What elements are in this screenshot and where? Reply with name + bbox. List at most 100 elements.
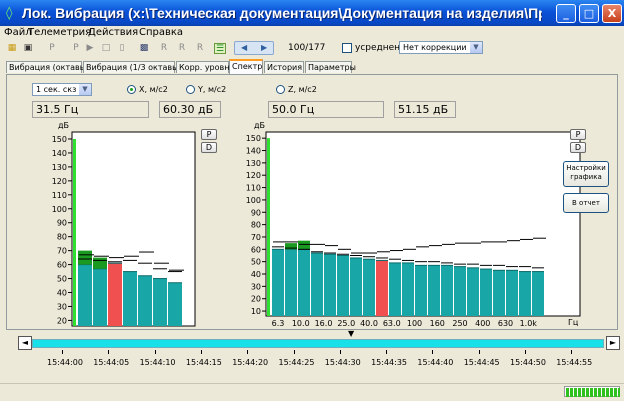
menu-actions[interactable]: Действия xyxy=(88,27,138,38)
tab-vibration-octaves[interactable]: Вибрация (октавы) xyxy=(6,61,89,73)
save-icon[interactable]: ▣ xyxy=(22,43,34,54)
peak-level-indicator xyxy=(73,138,76,326)
window-title: Лок. Вибрация (x:\Техническая документац… xyxy=(22,5,542,21)
y-tick-label: 100 xyxy=(246,196,261,205)
left-spectrum-chart[interactable]: 20 30 40 50 60 70 80 90 100 110 120 130 140 150 xyxy=(40,128,200,328)
y-tick-label: 150 xyxy=(52,135,67,144)
y-tick-label: 30 xyxy=(57,302,67,311)
y-tick-label: 50 xyxy=(57,275,67,284)
tab-history[interactable]: История xyxy=(264,61,304,73)
spectrum-bar xyxy=(493,270,505,316)
radio-axis-y[interactable] xyxy=(186,85,195,94)
timeline-tick-label: 15:44:00 xyxy=(47,358,83,367)
spectrum-bar xyxy=(467,267,479,316)
spectrum-bar xyxy=(153,278,167,326)
spectrum-bar xyxy=(108,263,122,326)
activity-progress xyxy=(564,386,620,397)
x-tick-label: 10.0 xyxy=(292,319,310,328)
y-tick-label: 60 xyxy=(57,261,67,270)
timeline-tick-mark xyxy=(108,350,110,354)
title-bar[interactable]: ◊ Лок. Вибрация (x:\Техническая документ… xyxy=(0,0,624,26)
right-chart-x-label: Гц xyxy=(568,318,579,327)
timeline-tick-mark xyxy=(432,350,434,354)
tab-vibration-third-octaves[interactable]: Вибрация (1/3 октавы) xyxy=(83,61,182,73)
y-tick-label: 50 xyxy=(251,258,261,267)
y-tick-label: 30 xyxy=(251,282,261,291)
stop-icon[interactable]: □ xyxy=(100,43,112,54)
left-chart-d-button[interactable]: D xyxy=(201,142,217,153)
y-tick-label: 20 xyxy=(251,295,261,304)
x-tick-label: 63.0 xyxy=(383,319,401,328)
minimize-button[interactable]: _ xyxy=(556,4,576,23)
correction-select[interactable]: Нет коррекции ▼ xyxy=(399,41,483,54)
interval-select[interactable]: 1 сек. скз ▼ xyxy=(32,83,92,96)
right-chart-p-button[interactable]: P xyxy=(570,129,586,140)
record-counter: 100/177 xyxy=(288,43,326,53)
chevron-down-icon[interactable]: ▼ xyxy=(79,84,91,95)
bar-overshoot-cap xyxy=(93,257,107,269)
y-tick-label: 70 xyxy=(57,247,67,256)
bar-overshoot-cap xyxy=(298,240,310,250)
spectrum-bar xyxy=(532,271,544,316)
right-spectrum-chart[interactable]: 10 20 30 40 50 60 70 80 90 100 110 120 130 140 150 6.3 1… xyxy=(230,128,610,328)
y-tick-label: 70 xyxy=(251,233,261,242)
spectrum-bar xyxy=(376,260,388,316)
play-step-icon[interactable]: P xyxy=(70,43,82,54)
radio-axis-z-label: Z, м/с2 xyxy=(288,85,317,94)
timeline-tick-label: 15:44:15 xyxy=(185,358,222,367)
left-level-readout: 60.30 дБ xyxy=(159,101,221,118)
marker-1-icon[interactable]: R xyxy=(158,43,170,54)
radio-axis-x[interactable] xyxy=(127,85,136,94)
y-tick-label: 150 xyxy=(246,134,261,143)
app-icon: ◊ xyxy=(6,6,13,21)
tab-spectrum[interactable]: Спектр xyxy=(229,59,263,74)
timeline-cursor-marker[interactable]: ▼ xyxy=(348,329,354,338)
timeline-tick-mark xyxy=(154,350,156,354)
spectrum-bar xyxy=(402,262,414,316)
marker-2-icon[interactable]: R xyxy=(176,43,188,54)
y-tick-label: 110 xyxy=(52,191,67,200)
marker-3-icon[interactable]: R xyxy=(194,43,206,54)
y-tick-label: 120 xyxy=(52,177,67,186)
timeline-tick-mark xyxy=(339,350,341,354)
pause-icon[interactable]: ▯ xyxy=(116,43,128,54)
tab-corrected-levels[interactable]: Корр. уровни xyxy=(176,61,235,73)
list-icon[interactable]: ☰ xyxy=(214,43,226,54)
tab-parameters[interactable]: Параметры xyxy=(305,61,356,73)
averaging-checkbox[interactable] xyxy=(342,43,352,53)
timeline-scroll-left-button[interactable]: ◄ xyxy=(18,336,32,350)
right-frequency-readout: 50.0 Гц xyxy=(268,101,384,118)
y-tick-label: 20 xyxy=(57,316,67,325)
chart-settings-button[interactable]: Настройки графика xyxy=(563,161,609,187)
timeline-tick-mark xyxy=(571,350,573,354)
spectrum-bar xyxy=(298,249,310,316)
right-chart-d-button[interactable]: D xyxy=(570,142,586,153)
step-forward-icon[interactable]: ▶ xyxy=(84,43,96,54)
timeline-tick-label: 15:44:10 xyxy=(139,358,176,367)
menu-help[interactable]: Справка xyxy=(139,27,183,38)
record-nav-buttons[interactable]: ◀ ▶ xyxy=(234,41,274,55)
chevron-down-icon[interactable]: ▼ xyxy=(470,42,482,53)
interval-value: 1 сек. скз xyxy=(36,85,77,94)
copy-icon[interactable]: ▩ xyxy=(138,43,150,54)
left-chart-p-button[interactable]: P xyxy=(201,129,217,140)
y-tick-label: 90 xyxy=(57,219,67,228)
report-button[interactable]: В отчет xyxy=(563,193,609,213)
timeline-tick-mark xyxy=(200,350,202,354)
y-tick-label: 90 xyxy=(251,208,261,217)
maximize-button[interactable]: □ xyxy=(579,4,599,23)
y-tick-label: 140 xyxy=(52,149,67,158)
close-button[interactable]: X xyxy=(602,4,622,23)
radio-axis-z[interactable] xyxy=(276,85,285,94)
spectrum-bar xyxy=(519,271,531,316)
timeline-scroll-right-button[interactable]: ► xyxy=(606,336,620,350)
chart-settings-label-line2: графика xyxy=(570,173,602,181)
prev-record-icon[interactable]: ◀ xyxy=(241,43,247,52)
timeline-bar[interactable] xyxy=(32,339,604,348)
menu-telemetry[interactable]: Телеметрия xyxy=(28,27,91,38)
peak-level-indicator xyxy=(267,138,270,316)
next-record-icon[interactable]: ▶ xyxy=(261,43,267,52)
open-folder-icon[interactable]: ▦ xyxy=(6,43,18,54)
timeline-tick-label: 15:44:30 xyxy=(324,358,361,367)
play-icon[interactable]: P xyxy=(46,43,58,54)
